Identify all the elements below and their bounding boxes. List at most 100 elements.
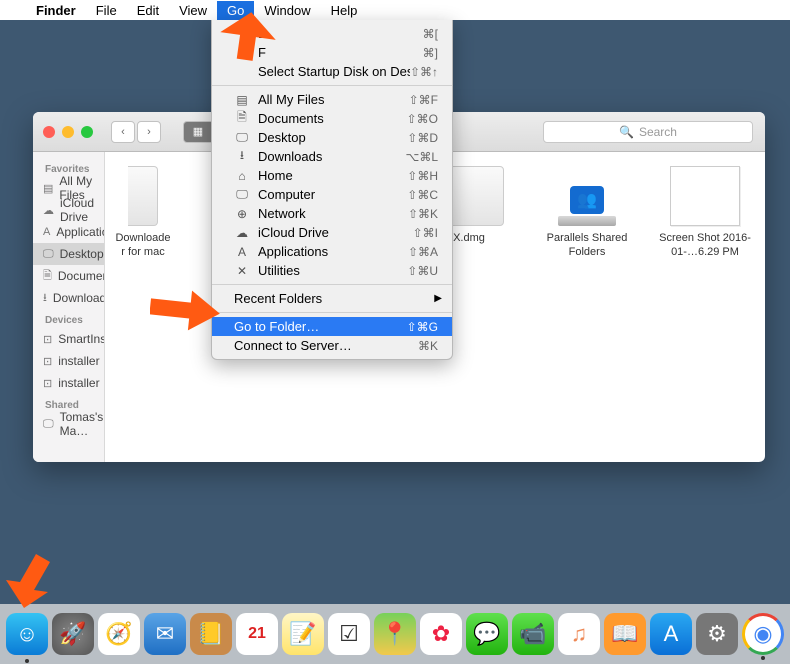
sidebar-item-icon: 🖵 xyxy=(43,248,54,261)
finder-sidebar: Favorites ▤All My Files☁iCloud DriveAApp… xyxy=(33,152,105,462)
sidebar-item-documents[interactable]: 🗎Documents xyxy=(33,265,104,287)
dock-app-icon: ✿ xyxy=(432,621,450,647)
dock-safari[interactable]: 🧭 xyxy=(98,613,140,655)
dock-app-icon: ⚙ xyxy=(707,621,727,647)
sidebar-item-icloud-drive[interactable]: ☁iCloud Drive xyxy=(33,199,104,221)
menu-separator xyxy=(212,284,452,285)
menu-item-icon: ✕ xyxy=(234,264,250,278)
dock-launchpad[interactable]: 🚀 xyxy=(52,613,94,655)
file-item[interactable]: 👥 Parallels Shared Folders xyxy=(537,166,637,260)
dock-appstore[interactable]: A xyxy=(650,613,692,655)
sidebar-item-icon: 🗎 xyxy=(43,267,52,286)
sidebar-item-label: iCloud Drive xyxy=(60,196,94,224)
dock-facetime[interactable]: 📹 xyxy=(512,613,554,655)
menubar-help[interactable]: Help xyxy=(321,1,368,20)
sidebar-item-label: Applications xyxy=(56,225,105,239)
dock-photos[interactable]: ✿ xyxy=(420,613,462,655)
dock-mail[interactable]: ✉ xyxy=(144,613,186,655)
file-item[interactable]: Downloader for mac xyxy=(115,166,171,260)
dock-app-icon: ♫ xyxy=(571,621,588,647)
go-menu-dropdown: B⌘[ F⌘] Select Startup Disk on Desktop⇧⌘… xyxy=(211,20,453,360)
running-indicator xyxy=(25,659,29,663)
menubar-file[interactable]: File xyxy=(86,1,127,20)
sidebar-item-icon: ⊡ xyxy=(43,333,52,346)
zoom-button[interactable] xyxy=(81,126,93,138)
menu-all-my-files[interactable]: ▤All My Files⇧⌘F xyxy=(212,90,452,109)
sidebar-item-smartinst-[interactable]: ⊡SmartInst…⏏ xyxy=(33,328,104,350)
menu-utilities[interactable]: ✕Utilities⇧⌘U xyxy=(212,261,452,280)
menu-computer[interactable]: 🖵Computer⇧⌘C xyxy=(212,185,452,204)
running-indicator xyxy=(761,656,765,660)
menu-item-icon: ⊕ xyxy=(234,207,250,221)
dock-finder[interactable]: ☺ xyxy=(6,613,48,655)
dock-app-icon: 💬 xyxy=(473,621,500,647)
menu-separator xyxy=(212,85,452,86)
annotation-arrow-icon xyxy=(6,550,66,610)
sidebar-item-installer[interactable]: ⊡installer⏏ xyxy=(33,350,104,372)
dock-ibooks[interactable]: 📖 xyxy=(604,613,646,655)
sidebar-item-label: Downloads xyxy=(53,291,105,305)
dock-preferences[interactable]: ⚙ xyxy=(696,613,738,655)
menu-applications[interactable]: AApplications⇧⌘A xyxy=(212,242,452,261)
menu-icloud-drive[interactable]: ☁iCloud Drive⇧⌘I xyxy=(212,223,452,242)
menu-startup-disk[interactable]: Select Startup Disk on Desktop⇧⌘↑ xyxy=(212,62,452,81)
menu-documents[interactable]: 🗎Documents⇧⌘O xyxy=(212,109,452,128)
dock-app-icon: 21 xyxy=(248,625,266,643)
sidebar-item-applications[interactable]: A Applications xyxy=(33,221,104,243)
sidebar-item-icon: ⭳ xyxy=(43,289,47,308)
view-icons-button[interactable]: ▦ xyxy=(183,121,213,143)
menu-item-icon: ☁ xyxy=(234,226,250,240)
dock-itunes[interactable]: ♫ xyxy=(558,613,600,655)
sidebar-item-label: Desktop xyxy=(60,247,104,261)
sidebar-item-desktop[interactable]: 🖵 Desktop xyxy=(33,243,104,265)
menu-desktop[interactable]: 🖵Desktop⇧⌘D xyxy=(212,128,452,147)
sidebar-item-icon: 🖵 xyxy=(43,418,54,431)
sidebar-item-installer[interactable]: ⊡installer⏏ xyxy=(33,372,104,394)
annotation-arrow-icon xyxy=(220,12,280,62)
dock-app-icon: 📍 xyxy=(381,621,408,647)
menu-item-icon: ⭳ xyxy=(234,146,250,167)
file-label: Downloader for mac xyxy=(115,232,171,260)
dock-app-icon: 🚀 xyxy=(59,621,86,647)
sidebar-item-tomas-s-ma-[interactable]: 🖵Tomas's Ma… xyxy=(33,413,104,435)
traffic-lights xyxy=(43,126,93,138)
dock-app-icon: A xyxy=(664,621,679,647)
menu-home[interactable]: ⌂Home⇧⌘H xyxy=(212,166,452,185)
dock-app-icon: ☺ xyxy=(16,621,38,647)
menubar-edit[interactable]: Edit xyxy=(127,1,169,20)
dock-contacts[interactable]: 📒 xyxy=(190,613,232,655)
close-button[interactable] xyxy=(43,126,55,138)
menu-connect-to-server[interactable]: Connect to Server…⌘K xyxy=(212,336,452,355)
sidebar-item-icon: A xyxy=(43,226,50,238)
search-icon: 🔍 xyxy=(619,125,634,139)
nav-back-button[interactable]: ‹ xyxy=(111,121,135,143)
dock-chrome[interactable]: ◉ xyxy=(742,613,784,655)
minimize-button[interactable] xyxy=(62,126,74,138)
menu-recent-folders[interactable]: Recent Folders▶ xyxy=(212,289,452,308)
dock-notes[interactable]: 📝 xyxy=(282,613,324,655)
search-field[interactable]: 🔍 Search xyxy=(543,121,753,143)
menu-item-icon: 🖵 xyxy=(234,130,250,145)
dock-app-icon: ✉ xyxy=(156,621,174,647)
menubar-view[interactable]: View xyxy=(169,1,217,20)
dock-reminders[interactable]: ☑ xyxy=(328,613,370,655)
nav-forward-button[interactable]: › xyxy=(137,121,161,143)
menu-go-to-folder[interactable]: Go to Folder…⇧⌘G xyxy=(212,317,452,336)
dock-messages[interactable]: 💬 xyxy=(466,613,508,655)
menu-network[interactable]: ⊕Network⇧⌘K xyxy=(212,204,452,223)
dock-app-icon: 📝 xyxy=(289,621,316,647)
file-label: Parallels Shared Folders xyxy=(537,232,637,260)
menubar-app[interactable]: Finder xyxy=(26,1,86,20)
dock-maps[interactable]: 📍 xyxy=(374,613,416,655)
menubar: Finder File Edit View Go Window Help xyxy=(0,0,790,20)
file-item[interactable]: Screen Shot 2016-01-…6.29 PM xyxy=(655,166,755,260)
menu-downloads[interactable]: ⭳Downloads⌥⌘L xyxy=(212,147,452,166)
sidebar-item-downloads[interactable]: ⭳ Downloads xyxy=(33,287,104,309)
dock-calendar[interactable]: 21 xyxy=(236,613,278,655)
dock-app-icon: 🧭 xyxy=(105,621,132,647)
dock-app-icon: ☑ xyxy=(339,621,359,647)
file-thumb-icon xyxy=(670,166,740,226)
file-thumb-icon: 👥 xyxy=(552,166,622,226)
sidebar-head-devices: Devices xyxy=(33,309,104,328)
menu-separator xyxy=(212,312,452,313)
